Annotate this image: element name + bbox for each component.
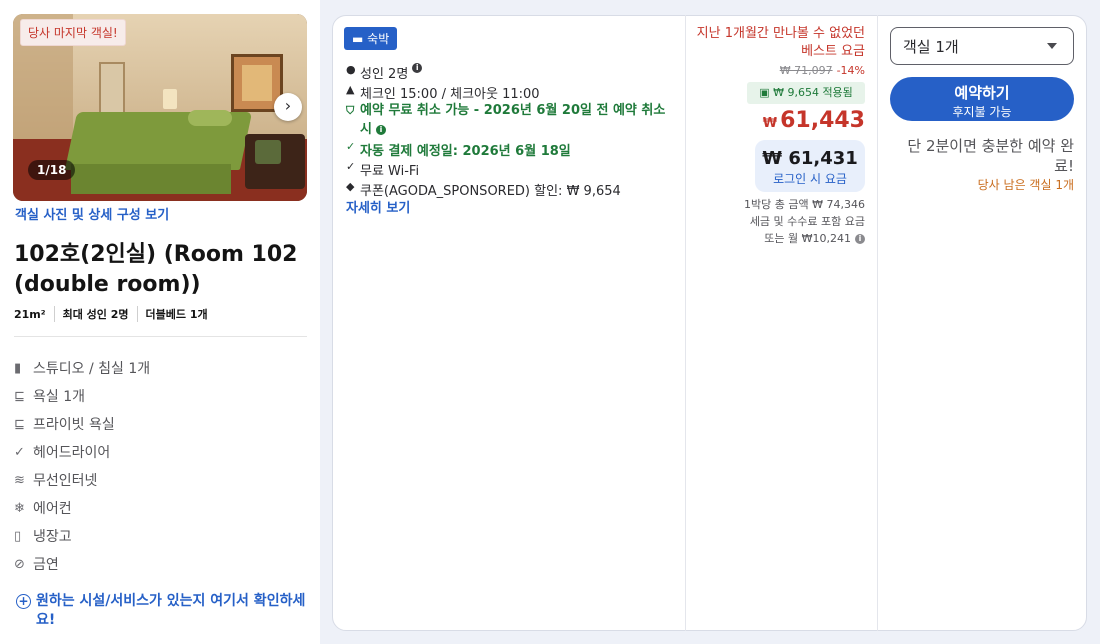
book-button[interactable]: 예약하기 후지불 가능 [890, 77, 1074, 121]
amenity-item: ≋ 무선인터넷 [14, 466, 150, 494]
currency-symbol: ₩ [762, 116, 778, 131]
no-smoking-icon: ⊘ [14, 556, 25, 572]
amenity-label: 무선인터넷 [33, 473, 98, 489]
price-notes: 1박당 총 금액 ₩ 74,346 세금 및 수수료 포함 요금 또는 월 ₩1… [700, 196, 865, 247]
room-meta: 21m² 최대 성인 2명 더블베드 1개 [14, 306, 216, 322]
amenity-item: ▯ 냉장고 [14, 522, 150, 550]
current-price-value: 61,443 [780, 108, 865, 133]
price-note: 세금 및 수수료 포함 요금 [749, 215, 865, 228]
amenity-item: ❄ 에어컨 [14, 494, 150, 522]
book-button-label: 예약하기 [954, 84, 1010, 102]
rooms-left-label: 당사 남은 객실 1개 [977, 178, 1074, 192]
studio-icon: ▮ [14, 360, 22, 376]
photo-pillow [188, 110, 232, 126]
room-count-value: 객실 1개 [903, 38, 959, 56]
feature-text: 무료 Wi-Fi [360, 164, 420, 179]
feature-text: 체크인 15:00 / 체크아웃 11:00 [360, 87, 540, 102]
check-icon: ✓ [14, 444, 25, 460]
bath-icon: ⊑ [14, 388, 25, 404]
feature-text: 예약 무료 취소 가능 - 2026년 6월 20일 전 예약 취소 시i [360, 101, 676, 139]
original-price: ₩ 71,097 [779, 64, 833, 77]
amenity-label: 헤어드라이어 [33, 445, 111, 461]
amenity-item: ✓ 헤어드라이어 [14, 438, 150, 466]
fridge-icon: ▯ [14, 528, 22, 544]
amenity-list: ▮ 스튜디오 / 침실 1개 ⊑ 욕실 1개 ⊑ 프라이빗 욕실 ✓ 헤어드라이어 ≋ 무… [14, 354, 150, 578]
login-price: ₩ 61,431 [762, 148, 858, 169]
snowflake-icon: ❄ [14, 500, 25, 516]
room-count-select[interactable]: 객실 1개 [890, 27, 1074, 65]
checkin-icon: ▲ [346, 83, 355, 96]
room-max-adults: 최대 성인 2명 [53, 306, 137, 322]
column-divider [685, 15, 686, 631]
ask-facility-text: 원하는 시설/서비스가 있는지 여기서 확인하세요! [36, 593, 306, 628]
room-title: 102호(2인실) (Room 102 (double room)) [14, 242, 298, 297]
column-divider [877, 15, 878, 631]
ask-facility-link[interactable]: + 원하는 시설/서비스가 있는지 여기서 확인하세요! [14, 592, 309, 630]
room-bed: 더블베드 1개 [136, 306, 216, 322]
feature-wifi: ✓ 무료 Wi-Fi [346, 160, 419, 179]
check-icon: ✓ [346, 140, 356, 153]
photo-counter: 1/18 [28, 160, 76, 180]
room-info-panel: 당사 마지막 객실! › 1/18 객실 사진 및 상세 구성 보기 102호(… [0, 0, 320, 644]
info-icon[interactable]: i [375, 124, 386, 135]
amenity-item: ⊑ 프라이빗 욕실 [14, 410, 150, 438]
feature-auto-pay: ✓ 자동 결제 예정일: 2026년 6월 18일 [346, 140, 571, 159]
caret-down-icon [1047, 43, 1057, 49]
bed-icon: ▬ [352, 32, 368, 46]
feature-free-cancel: ⛉ 예약 무료 취소 가능 - 2026년 6월 20일 전 예약 취소 시i [346, 101, 676, 139]
bath-icon: ⊑ [14, 416, 25, 432]
amenity-label: 냉장고 [33, 529, 72, 545]
room-size: 21m² [14, 307, 46, 321]
discount-percent: -14% [836, 64, 865, 77]
price-note-monthly: 또는 월 ₩10,241 i [700, 230, 865, 247]
feature-checkin: ▲ 체크인 15:00 / 체크아웃 11:00 [346, 83, 540, 102]
original-price-row: ₩ 71,097 -14% [695, 64, 865, 77]
photo-chair [245, 134, 305, 189]
amenity-item: ⊑ 욕실 1개 [14, 382, 150, 410]
plus-circle-icon: + [16, 594, 31, 609]
amenity-label: 욕실 1개 [33, 389, 85, 405]
coupon-applied-text: ₩ 9,654 적용됨 [773, 86, 853, 99]
divider [14, 336, 307, 337]
amenity-label: 에어컨 [33, 501, 72, 517]
feature-text: 자동 결제 예정일: 2026년 6월 18일 [360, 144, 571, 159]
shield-icon: ⛉ [346, 104, 355, 117]
person-icon: ● [346, 63, 356, 76]
book-button-sublabel: 후지불 가능 [952, 105, 1012, 119]
price-note: 1박당 총 금액 ₩ 74,346 [744, 198, 865, 211]
chevron-right-icon: › [284, 96, 292, 115]
photo-next-button[interactable]: › [274, 93, 302, 121]
urgency-message: 단 2분이면 충분한 예약 완료! [907, 137, 1074, 175]
amenity-item: ⊘ 금연 [14, 550, 150, 578]
best-price-label: 지난 1개월간 만나볼 수 없었던 베스트 요금 [696, 26, 865, 59]
more-details-link[interactable]: 자세히 보기 [346, 197, 410, 216]
photo-lamp [163, 89, 177, 109]
login-price-label: 로그인 시 요금 [773, 172, 847, 186]
info-icon[interactable]: i [412, 63, 423, 73]
coupon-icon: ▣ [759, 86, 774, 99]
check-icon: ✓ [346, 160, 356, 173]
login-price-box[interactable]: ₩ 61,431 로그인 시 요금 [755, 140, 865, 192]
amenity-label: 금연 [33, 557, 59, 573]
last-room-badge: 당사 마지막 객실! [20, 19, 126, 46]
coupon-applied-badge: ▣ ₩ 9,654 적용됨 [747, 82, 865, 104]
wifi-icon: ≋ [14, 472, 25, 488]
room-photos-link[interactable]: 객실 사진 및 상세 구성 보기 [15, 204, 169, 223]
current-price: ₩61,443 [695, 108, 865, 133]
info-icon[interactable]: i [855, 234, 865, 244]
monthly-price: 또는 월 ₩10,241 [764, 232, 851, 245]
amenity-label: 스튜디오 / 침실 1개 [33, 361, 151, 377]
stay-type-label: 숙박 [367, 32, 390, 46]
tag-icon: ◆ [346, 180, 355, 193]
stay-type-pill: ▬ 숙박 [344, 27, 398, 50]
feature-adults: ● 성인 2명 i [346, 63, 423, 82]
photo-bed-front [71, 164, 231, 194]
free-cancel-text: 예약 무료 취소 가능 - 2026년 6월 20일 전 예약 취소 시 [360, 103, 666, 137]
amenity-label: 프라이빗 욕실 [33, 417, 115, 433]
amenity-item: ▮ 스튜디오 / 침실 1개 [14, 354, 150, 382]
feature-text: 성인 2명 [360, 67, 409, 82]
